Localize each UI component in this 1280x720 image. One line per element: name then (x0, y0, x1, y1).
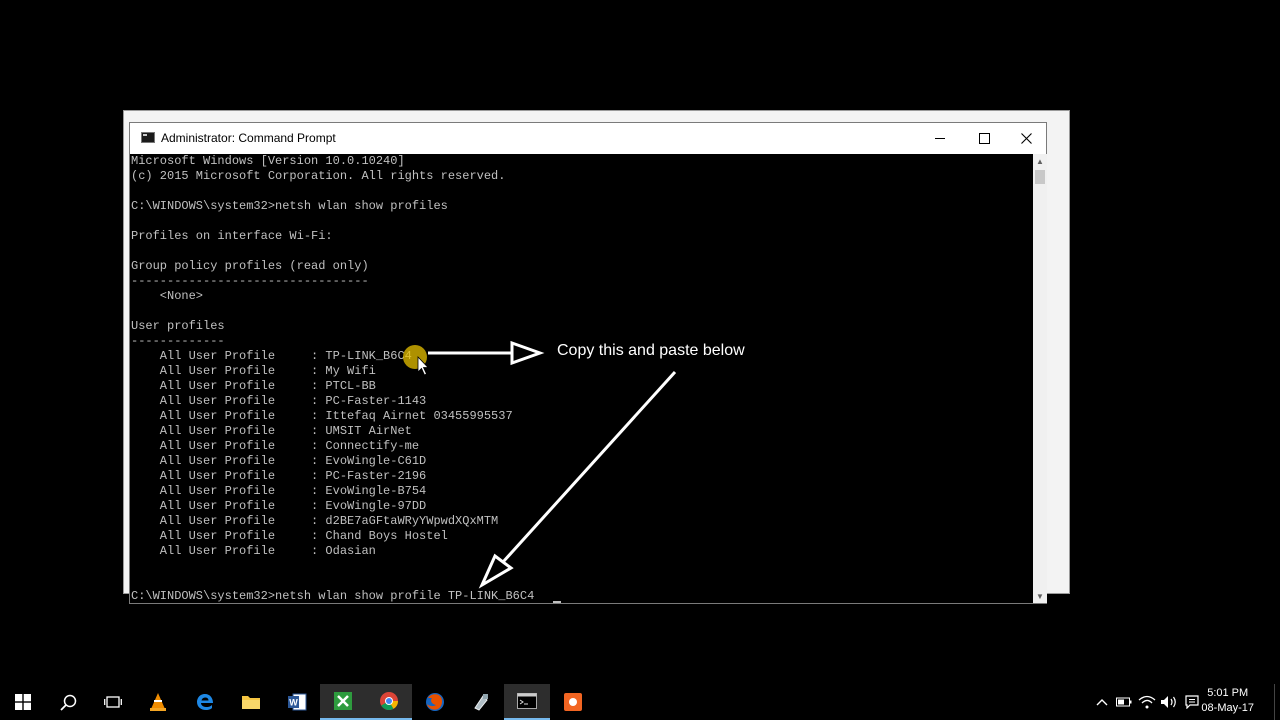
close-icon (1020, 133, 1032, 144)
clock-date: 08-May-17 (1201, 702, 1254, 714)
console-line: Group policy profiles (read only) (131, 259, 369, 273)
command-input-line[interactable]: C:\WINDOWS\system32>netsh wlan show prof… (131, 589, 534, 603)
console-line: All User Profile : EvoWingle-B754 (131, 484, 427, 498)
volume-button[interactable] (1158, 684, 1180, 720)
taskbar-app-orange[interactable] (550, 684, 596, 720)
taskbar-app-edge[interactable] (182, 684, 228, 720)
taskbar-app-command-prompt[interactable] (504, 684, 550, 720)
taskbar-app-tool[interactable] (458, 684, 504, 720)
minimize-button[interactable] (918, 123, 962, 154)
battery-icon (1116, 697, 1132, 707)
scroll-down-arrow-icon[interactable]: ▼ (1033, 589, 1047, 603)
console-line: <None> (131, 289, 204, 303)
search-button[interactable] (45, 684, 91, 720)
command-prompt-icon (517, 693, 537, 709)
taskbar-app-camtasia[interactable] (320, 684, 366, 720)
scroll-up-arrow-icon[interactable]: ▲ (1033, 154, 1047, 168)
search-icon (59, 694, 76, 711)
console-line: --------------------------------- (131, 274, 369, 288)
firefox-icon (426, 693, 444, 711)
wifi-icon (1138, 695, 1156, 709)
chevron-up-icon (1096, 699, 1108, 706)
window-title: Administrator: Command Prompt (161, 131, 336, 145)
minimize-icon (935, 138, 945, 139)
console-line: All User Profile : TP-LINK_B6C4 (131, 349, 412, 363)
console-line: All User Profile : Odasian (131, 544, 376, 558)
console-line: All User Profile : My Wifi (131, 364, 376, 378)
tool-icon (474, 694, 488, 711)
maximize-button[interactable] (962, 123, 1006, 154)
console-line: All User Profile : PC-Faster-1143 (131, 394, 427, 408)
action-center-button[interactable] (1182, 684, 1202, 720)
console-line: All User Profile : UMSIT AirNet (131, 424, 412, 438)
taskbar-app-word[interactable]: W (274, 684, 320, 720)
console-line: All User Profile : Chand Boys Hostel (131, 529, 448, 543)
network-button[interactable] (1136, 684, 1158, 720)
task-view-icon (104, 696, 122, 708)
windows-logo-icon (15, 694, 31, 710)
console-line: All User Profile : d2BE7aGFtaWRyYWpwdXQx… (131, 514, 499, 528)
edge-browser-icon (197, 694, 213, 710)
console-line: User profiles (131, 319, 225, 333)
svg-text:W: W (289, 698, 298, 708)
taskbar: W 5:01 PM 08-May-17 (0, 684, 1280, 720)
console-line: All User Profile : PTCL-BB (131, 379, 376, 393)
vertical-scrollbar[interactable]: ▲ ▼ (1033, 154, 1047, 603)
media-app-icon (564, 693, 582, 711)
taskbar-app-file-explorer[interactable] (228, 684, 274, 720)
clock-time: 5:01 PM (1207, 687, 1249, 699)
console-line: Microsoft Windows [Version 10.0.10240] (131, 154, 405, 168)
show-hidden-icons-button[interactable] (1092, 684, 1112, 720)
show-desktop-button[interactable] (1274, 684, 1280, 720)
notification-icon (1185, 695, 1199, 709)
title-bar[interactable]: Administrator: Command Prompt (130, 123, 1046, 154)
recorder-icon (334, 692, 352, 710)
maximize-icon (978, 133, 990, 144)
console-line: All User Profile : Ittefaq Airnet 034559… (131, 409, 513, 423)
console-line: All User Profile : EvoWingle-C61D (131, 454, 427, 468)
cmd-icon (141, 132, 155, 143)
text-cursor (553, 601, 561, 603)
folder-icon (242, 696, 260, 709)
command-prompt-window[interactable]: Administrator: Command Prompt Microsoft … (129, 122, 1047, 604)
console-line: Profiles on interface Wi-Fi: (131, 229, 333, 243)
chrome-icon (380, 692, 398, 711)
annotation-label: Copy this and paste below (557, 342, 745, 359)
taskbar-clock[interactable]: 5:01 PM 08-May-17 (1201, 686, 1254, 716)
console-line: All User Profile : PC-Faster-2196 (131, 469, 427, 483)
volume-icon (1161, 696, 1176, 708)
console-line: ------------- (131, 334, 225, 348)
taskbar-app-chrome[interactable] (366, 684, 412, 720)
console-output[interactable]: Microsoft Windows [Version 10.0.10240] (… (130, 154, 1033, 603)
scroll-thumb[interactable] (1035, 170, 1045, 184)
start-button[interactable] (0, 684, 46, 720)
task-view-button[interactable] (90, 684, 136, 720)
vlc-cone-icon (150, 693, 166, 711)
close-button[interactable] (1004, 123, 1048, 154)
taskbar-app-firefox[interactable] (412, 684, 458, 720)
taskbar-app-vlc[interactable] (135, 684, 181, 720)
console-line: C:\WINDOWS\system32>netsh wlan show prof… (131, 199, 448, 213)
console-line: All User Profile : Connectify-me (131, 439, 420, 453)
console-line: (c) 2015 Microsoft Corporation. All righ… (131, 169, 506, 183)
word-icon: W (288, 693, 307, 711)
console-line: All User Profile : EvoWingle-97DD (131, 499, 427, 513)
battery-button[interactable] (1114, 684, 1134, 720)
